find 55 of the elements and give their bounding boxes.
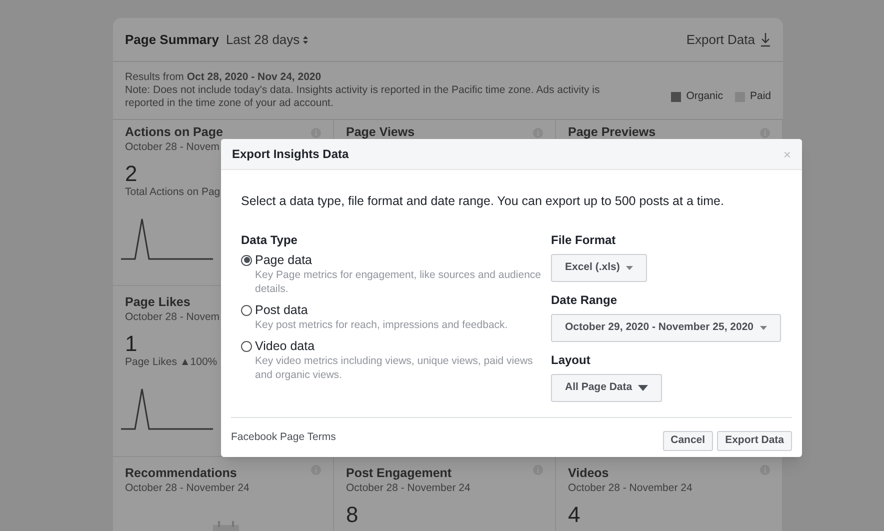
metric-value: 4 — [568, 504, 580, 526]
card-title: Page Previews — [568, 124, 656, 140]
option-description: Key Page metrics for engagement, like sources and audience details. — [254, 268, 541, 296]
radio-button[interactable] — [241, 340, 252, 352]
dialog-title: Export Insights Data — [232, 146, 349, 163]
field-label: File Format — [551, 232, 617, 249]
results-range-text: Results from Oct 28, 2020 - Nov 24, 2020 — [125, 71, 322, 84]
export-data-link[interactable]: Export Data — [686, 30, 771, 50]
caret-icon — [626, 266, 633, 270]
dropdown-button[interactable]: Excel (.xls) — [551, 254, 647, 282]
metric-value: 2 — [125, 162, 138, 185]
card-title: Videos — [568, 465, 609, 481]
dialog-button[interactable]: Cancel — [662, 430, 714, 450]
info-icon[interactable] — [760, 128, 770, 138]
metric-value: 8 — [346, 504, 358, 526]
option-description: Key video metrics including views, unique views, paid views and organic views. — [254, 354, 534, 382]
caret-icon — [760, 326, 767, 330]
info-icon[interactable] — [311, 128, 321, 138]
metric-caption: Total Actions on Pag — [125, 184, 220, 200]
summary-title: Page Summary — [125, 30, 219, 49]
metric-value: 1 — [125, 332, 138, 355]
calendar-icon — [213, 520, 239, 531]
date-range-text: October 28 - November 24 — [125, 481, 250, 496]
dialog-intro-text: Select a data type, file format and date range. You can export up to 500 posts at a time. — [241, 193, 725, 210]
download-icon — [760, 32, 771, 47]
dropdown-button[interactable]: October 29, 2020 - November 25, 2020 — [551, 314, 781, 342]
field-label: Layout — [551, 352, 592, 369]
caret-icon — [638, 384, 648, 391]
legend-label: Paid — [750, 89, 771, 104]
section-label: Data Type — [241, 232, 298, 249]
date-range-text: October 28 - November 24 — [346, 481, 470, 496]
card-title: Post Engagement — [346, 465, 452, 481]
radio-option[interactable]: Post data — [241, 302, 551, 318]
sort-icon — [302, 36, 308, 44]
period-selector[interactable]: Last 28 days — [226, 30, 308, 50]
terms-link[interactable]: Facebook Page Terms — [231, 430, 336, 446]
info-icon[interactable] — [533, 128, 543, 138]
radio-option[interactable]: Page data — [241, 252, 551, 268]
radio-button[interactable] — [241, 304, 252, 316]
card-title: Actions on Page — [125, 124, 223, 140]
timezone-note: Note: Does not include today's data. Insights activity is reported in the Pacific time zone. Ads activity is reported in the time zone of your ad account. — [125, 84, 601, 110]
card-title: Page Views — [346, 124, 415, 140]
metric-caption: Page Likes ▲100% — [125, 354, 218, 370]
dropdown-button[interactable]: All Page Data — [551, 374, 662, 402]
date-range-text: October 28 - Novem — [125, 140, 220, 155]
card-title: Page Likes — [125, 294, 190, 310]
field-label: Date Range — [551, 292, 618, 309]
date-range-text: October 28 - Novem — [125, 310, 220, 325]
date-range-text: October 28 - November 24 — [568, 481, 692, 496]
option-description: Key post metrics for reach, impressions and feedback. — [254, 318, 509, 332]
legend-label: Organic — [686, 89, 723, 104]
card-title: Recommendations — [125, 465, 237, 481]
dialog-button[interactable]: Export Data — [717, 430, 792, 450]
radio-option[interactable]: Video data — [241, 338, 551, 354]
radio-button[interactable] — [241, 254, 252, 266]
